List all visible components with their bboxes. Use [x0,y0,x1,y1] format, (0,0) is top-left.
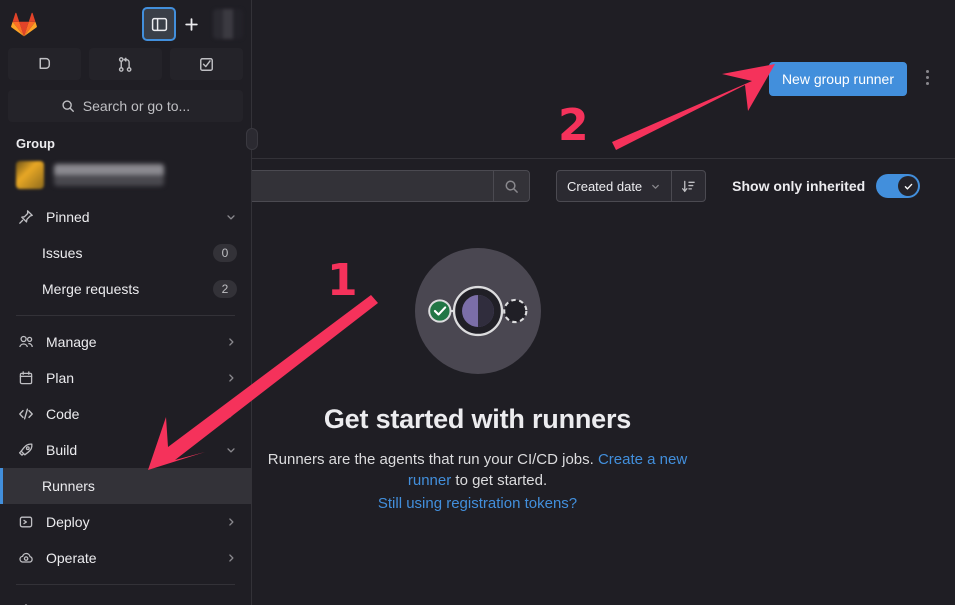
group-name-label [54,164,164,186]
sidebar-item-settings[interactable]: Settings [0,593,251,605]
code-icon [16,406,36,422]
merge-requests-count-badge: 2 [213,280,237,298]
check-icon [904,183,912,190]
create-new-button[interactable] [175,8,207,40]
chevron-right-icon [225,336,237,348]
sidebar-item-label: Deploy [46,514,90,530]
show-only-inherited-control: Show only inherited [732,174,921,198]
sidebar-item-manage[interactable]: Manage [0,324,251,360]
sidebar-item-deploy[interactable]: Deploy [0,504,251,540]
sidebar-item-label: Code [46,406,80,422]
sidebar-item-operate[interactable]: Operate [0,540,251,576]
sidebar-item-label: Pinned [46,209,90,225]
toggle-knob [898,176,919,196]
sidebar-item-label: Issues [42,245,83,261]
chevron-down-icon [225,444,237,456]
search-icon [62,100,74,112]
search-placeholder-label: Search or go to... [82,98,191,114]
chevron-down-icon [225,211,237,223]
sidebar-resize-handle[interactable] [246,128,258,150]
sidebar-item-merge-requests[interactable]: Merge requests 2 [0,271,251,307]
quick-action-merge-requests[interactable] [89,48,162,80]
sidebar-item-label: Build [46,442,78,458]
sort-field-dropdown[interactable]: Created date [557,171,671,201]
sort-field-label: Created date [567,178,643,194]
sidebar-item-label: Merge requests [42,281,140,297]
sort-descending-icon[interactable] [671,171,705,201]
sidebar-item-plan[interactable]: Plan [0,360,251,396]
sidebar-item-label: Runners [42,478,95,494]
user-avatar[interactable] [213,9,243,39]
sidebar-item-label: Plan [46,370,75,386]
chevron-right-icon [225,372,237,384]
users-icon [16,334,36,350]
rocket-icon [16,442,36,458]
sidebar-top-bar [0,0,251,44]
sidebar-item-code[interactable]: Code [0,396,251,432]
sidebar-item-issues[interactable]: Issues 0 [0,235,251,271]
deploy-icon [16,514,36,530]
chevron-right-icon [225,552,237,564]
quick-action-todos[interactable] [170,48,243,80]
navigation-sidebar: Search or go to... Group Pinned Issues 0… [0,0,252,605]
registration-tokens-link[interactable]: Still using registration tokens? [378,495,577,512]
merge-request-icon [118,56,132,72]
sidebar-item-label: Manage [46,334,97,350]
empty-desc-before: Runners are the agents that run your CI/… [267,451,598,468]
cloud-gear-icon [16,550,36,566]
sidebar-item-pinned[interactable]: Pinned [0,199,251,235]
chevron-right-icon [225,516,237,528]
sidebar-item-build[interactable]: Build [0,432,251,468]
sidebar-panel-icon [151,17,167,31]
screen-root: New group runner Created date Show only … [0,0,955,605]
chevron-down-icon [652,184,660,189]
sidebar-quick-actions [0,44,251,80]
sort-controls: Created date [556,170,707,202]
search-icon[interactable] [493,171,529,201]
new-group-runner-button[interactable]: New group runner [768,62,907,96]
sidebar-divider [16,315,235,316]
sidebar-item-runners[interactable]: Runners [0,468,251,504]
runners-pipeline-illustration [414,247,541,375]
gitlab-tanuki-logo[interactable] [8,8,40,40]
pin-icon [16,209,36,225]
todo-checkbox-icon [200,57,213,71]
sidebar-nav-scroll: Group Pinned Issues 0 Merge requests 2 M… [0,122,251,605]
search-input[interactable]: Search or go to... [8,90,243,122]
empty-state-description: Runners are the agents that run your CI/… [268,449,688,492]
chevron-right-icon [225,408,237,420]
show-only-inherited-toggle[interactable] [876,174,921,198]
group-avatar [16,161,44,189]
issue-icon [39,57,51,69]
kebab-menu-icon[interactable] [915,62,939,92]
quick-action-issues[interactable] [8,48,81,80]
issues-count-badge: 0 [213,244,237,262]
plus-icon [184,17,198,31]
calendar-icon [16,370,36,386]
sidebar-section-label: Group [16,136,55,151]
sidebar-item-label: Operate [46,550,97,566]
empty-desc-after: to get started. [451,472,548,490]
empty-state-title: Get started with runners [323,404,632,434]
sidebar-toggle-button[interactable] [142,7,176,41]
show-only-inherited-label: Show only inherited [732,178,866,194]
sidebar-divider [16,584,235,585]
group-context-switcher[interactable] [0,157,251,199]
